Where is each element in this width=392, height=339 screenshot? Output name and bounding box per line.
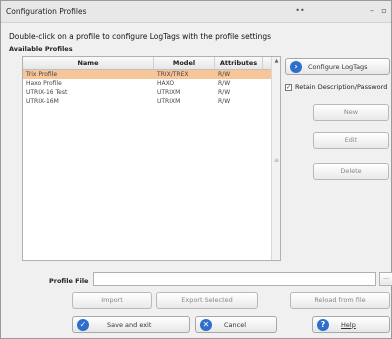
column-header-model[interactable]: Model [154, 57, 215, 69]
table-row[interactable]: Haxo Profile HAXO R/W [23, 79, 280, 88]
table-row[interactable]: UTRIX-16M UTRIXM R/W [23, 97, 280, 106]
profile-model-cell: UTRIXM [157, 89, 181, 96]
title-bar: Configuration Profiles •• – ▫ [1, 1, 391, 23]
profile-attributes-cell: R/W [218, 71, 231, 78]
help-button[interactable]: ? Help [312, 316, 390, 333]
configuration-profiles-window: Configuration Profiles •• – ▫ Double-cli… [0, 0, 392, 339]
column-header-name[interactable]: Name [23, 57, 154, 69]
configure-logtags-button[interactable]: › Configure LogTags [285, 58, 390, 75]
grid-header: Name Model Attributes [23, 57, 280, 70]
help-circle-icon: ? [317, 318, 329, 331]
table-row[interactable]: Trix Profile TRIX/TREX R/W [23, 70, 280, 79]
profile-attributes-cell: R/W [218, 80, 231, 87]
browse-button[interactable]: ... [379, 272, 392, 286]
available-profiles-label: Available Profiles [9, 45, 73, 53]
new-button[interactable]: New [313, 104, 389, 121]
profile-attributes-cell: R/W [218, 89, 231, 96]
profile-attributes-cell: R/W [218, 98, 231, 105]
checkmark-circle-icon: ✓ [77, 318, 89, 331]
delete-button[interactable]: Delete [313, 163, 389, 180]
profiles-grid[interactable]: Name Model Attributes Trix Profile TRIX/T… [22, 56, 281, 261]
maximize-button[interactable]: ▫ [377, 5, 391, 17]
export-selected-button[interactable]: Export Selected [156, 292, 258, 309]
profile-name-cell: Trix Profile [26, 71, 58, 78]
retain-description-checkbox[interactable]: ✓ Retain Description/Password [285, 83, 387, 91]
grid-rows: Trix Profile TRIX/TREX R/W Haxo Profile HAXO… [23, 70, 280, 106]
import-button[interactable]: Import [72, 292, 152, 309]
cancel-label: Cancel [224, 320, 247, 329]
checkmark-icon[interactable]: ✓ [285, 83, 292, 91]
instruction-text: Double-click on a profile to configure L… [9, 32, 272, 41]
table-row[interactable]: UTRIX-16 Test UTRIXM R/W [23, 88, 280, 97]
profile-name-cell: UTRIX-16M [26, 98, 59, 105]
save-and-exit-button[interactable]: ✓ Save and exit [72, 316, 190, 333]
profile-name-cell: Haxo Profile [26, 80, 62, 87]
profile-model-cell: UTRIXM [157, 98, 181, 105]
profile-model-cell: TRIX/TREX [157, 71, 189, 78]
window-title: Configuration Profiles [6, 7, 87, 16]
close-circle-icon: ✕ [200, 318, 212, 331]
reload-from-file-button[interactable]: Reload from file [290, 292, 390, 309]
profile-model-cell: HAXO [157, 80, 175, 87]
profile-file-label: Profile File [49, 277, 89, 285]
configure-logtags-label: Configure LogTags [308, 62, 368, 71]
column-header-attributes[interactable]: Attributes [215, 57, 263, 69]
save-and-exit-label: Save and exit [107, 320, 152, 329]
edit-button[interactable]: Edit [313, 132, 389, 149]
profile-file-input[interactable] [93, 272, 376, 286]
profile-name-cell: UTRIX-16 Test [26, 89, 68, 96]
help-label: Help [341, 320, 356, 329]
retain-description-label: Retain Description/Password [295, 83, 388, 91]
scroll-up-icon[interactable]: ▲ [273, 58, 280, 66]
restore-icon[interactable]: •• [293, 5, 307, 17]
scroll-grip-icon[interactable]: ≡ [274, 157, 279, 165]
arrow-right-icon: › [290, 60, 302, 73]
cancel-button[interactable]: ✕ Cancel [195, 316, 277, 333]
grid-scrollbar[interactable]: ▲ ≡ [271, 57, 280, 260]
